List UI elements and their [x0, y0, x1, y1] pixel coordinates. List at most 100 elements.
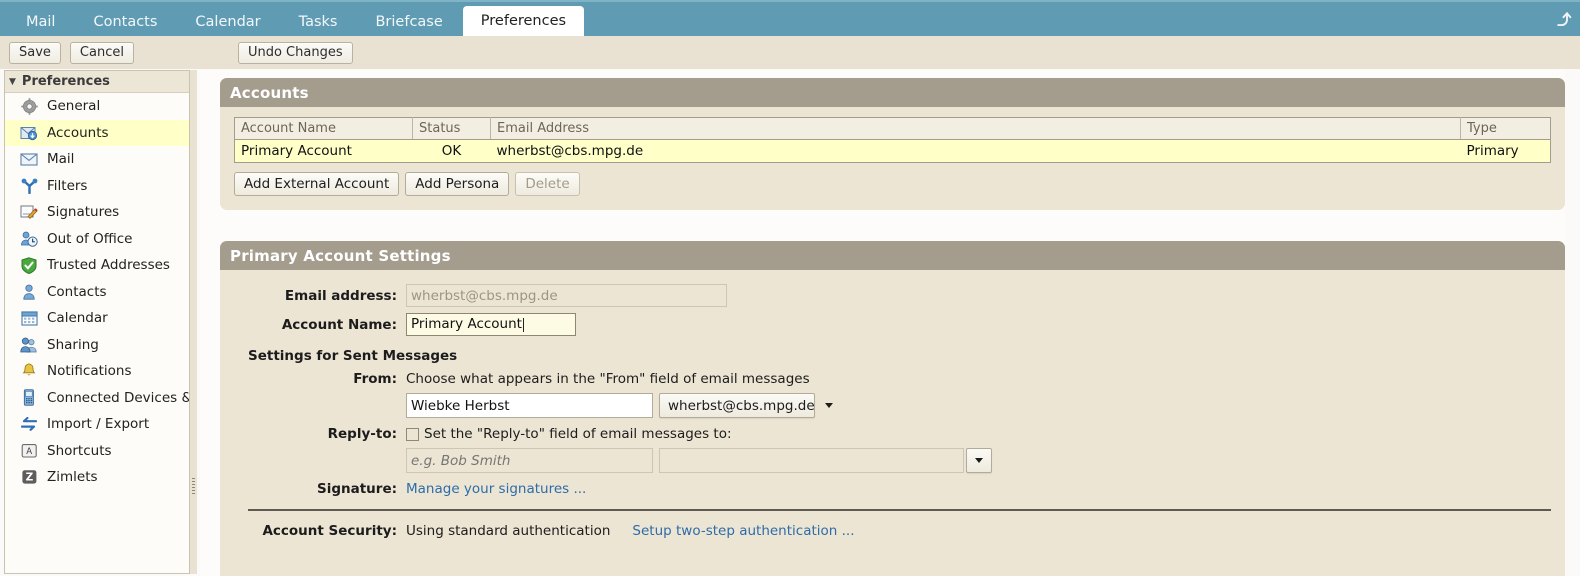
- account-security-label: Account Security:: [262, 523, 397, 539]
- sidebar-item-accounts[interactable]: Accounts: [5, 119, 189, 146]
- splitter-grip-icon[interactable]: [192, 478, 195, 494]
- replyto-address-input: [659, 448, 964, 473]
- from-address-select[interactable]: wherbst@cbs.mpg.de: [659, 393, 833, 418]
- accounts-card-body: Account Name Status Email Address Type P…: [220, 107, 1565, 210]
- column-header-email-address[interactable]: Email Address: [490, 117, 1461, 140]
- sidebar-item-mail[interactable]: Mail: [5, 146, 189, 173]
- from-label: From:: [353, 371, 397, 387]
- preferences-toolbar: Save Cancel Undo Changes: [0, 36, 1580, 69]
- sidebar-item-label: Calendar: [47, 310, 108, 327]
- sidebar-item-signatures[interactable]: Signatures: [5, 199, 189, 226]
- column-header-type[interactable]: Type: [1460, 117, 1551, 140]
- save-button[interactable]: Save: [9, 41, 61, 64]
- tab-calendar[interactable]: Calendar: [177, 8, 278, 36]
- sidebar-item-trusted-addresses[interactable]: Trusted Addresses: [5, 252, 189, 279]
- sidebar-item-calendar[interactable]: Calendar: [5, 305, 189, 332]
- from-display-name-input[interactable]: [406, 393, 653, 418]
- contact-person-icon: [19, 283, 39, 301]
- add-persona-button[interactable]: Add Persona: [405, 172, 510, 196]
- sidebar-item-label: Mail: [47, 151, 75, 168]
- email-address-label: Email address:: [284, 287, 397, 304]
- sent-messages-section-title: Settings for Sent Messages: [248, 348, 458, 364]
- gear-icon: [19, 97, 39, 115]
- sidebar-item-zimlets[interactable]: Z Zimlets: [5, 464, 189, 491]
- refresh-icon[interactable]: [1548, 6, 1572, 30]
- calendar-icon: [19, 309, 39, 327]
- setup-two-step-authentication-link[interactable]: Setup two-step authentication ...: [632, 523, 854, 539]
- primary-account-settings-card: Primary Account Settings Email address: …: [220, 241, 1565, 576]
- manage-signatures-link[interactable]: Manage your signatures ...: [406, 481, 586, 497]
- add-external-account-button[interactable]: Add External Account: [234, 172, 400, 196]
- accounts-icon: [19, 124, 39, 142]
- tab-mail[interactable]: Mail: [8, 8, 73, 36]
- tab-tasks[interactable]: Tasks: [281, 8, 356, 36]
- signature-label: Signature:: [316, 481, 397, 497]
- email-address-field: [406, 284, 727, 307]
- chevron-down-icon: [824, 403, 833, 408]
- tab-preferences[interactable]: Preferences: [462, 6, 585, 36]
- sidebar-item-filters[interactable]: Filters: [5, 173, 189, 200]
- zimlet-z-icon: Z: [19, 468, 39, 486]
- sidebar-header[interactable]: ▼ Preferences: [5, 71, 189, 93]
- svg-text:A: A: [26, 447, 32, 457]
- sidebar-header-label: Preferences: [21, 74, 110, 89]
- accounts-button-row: Add External Account Add Persona Delete: [234, 172, 1551, 196]
- account-name-field[interactable]: Primary Account: [406, 313, 576, 336]
- keyboard-key-icon: A: [19, 442, 39, 460]
- email-address-row: Email address:: [234, 284, 1551, 307]
- collapse-caret-icon[interactable]: ▼: [9, 77, 16, 87]
- replyto-inputs-row: [234, 448, 1551, 473]
- from-inputs-row: wherbst@cbs.mpg.de: [234, 393, 1551, 418]
- replyto-checkbox[interactable]: [406, 427, 419, 441]
- sidebar-item-label: Shortcuts: [47, 442, 112, 459]
- primary-account-settings-title: Primary Account Settings: [220, 241, 1565, 270]
- sidebar-item-label: Accounts: [47, 124, 109, 141]
- table-row[interactable]: Primary Account OK wherbst@cbs.mpg.de Pr…: [234, 139, 1551, 163]
- sidebar-item-import-export[interactable]: Import / Export: [5, 411, 189, 438]
- replyto-label: Reply-to:: [327, 426, 397, 442]
- tab-contacts[interactable]: Contacts: [75, 8, 175, 36]
- undo-changes-button[interactable]: Undo Changes: [237, 41, 353, 64]
- cell-type: Primary: [1460, 139, 1551, 163]
- cell-email-address: wherbst@cbs.mpg.de: [490, 139, 1461, 163]
- sidebar-item-out-of-office[interactable]: Out of Office: [5, 226, 189, 253]
- sidebar-item-contacts[interactable]: Contacts: [5, 279, 189, 306]
- table-header-row: Account Name Status Email Address Type: [234, 117, 1551, 140]
- sidebar-item-label: Sharing: [47, 336, 99, 353]
- shield-check-icon: [19, 256, 39, 274]
- from-address-selected-value: wherbst@cbs.mpg.de: [668, 397, 815, 414]
- account-name-row: Account Name: Primary Account: [234, 313, 1551, 336]
- accounts-card-title: Accounts: [220, 78, 1565, 107]
- column-header-account-name[interactable]: Account Name: [234, 117, 413, 140]
- zimbra-preferences-window: Mail Contacts Calendar Tasks Briefcase P…: [0, 0, 1580, 576]
- sidebar-item-label: Out of Office: [47, 230, 133, 247]
- cancel-button[interactable]: Cancel: [69, 41, 134, 64]
- sidebar-item-label: Import / Export: [47, 416, 150, 433]
- column-header-status[interactable]: Status: [412, 117, 491, 140]
- sidebar-item-label: Notifications: [47, 363, 132, 380]
- sidebar-item-shortcuts[interactable]: A Shortcuts: [5, 438, 189, 465]
- sidebar-item-label: Signatures: [47, 204, 120, 221]
- tab-briefcase[interactable]: Briefcase: [357, 8, 460, 36]
- sidebar-item-notifications[interactable]: Notifications: [5, 358, 189, 385]
- replyto-checkbox-label[interactable]: Set the "Reply-to" field of email messag…: [424, 426, 732, 442]
- cell-status: OK: [412, 139, 491, 163]
- account-name-label: Account Name:: [281, 316, 397, 333]
- sidebar-item-general[interactable]: General: [5, 93, 189, 120]
- sidebar-item-label: Zimlets: [47, 469, 98, 486]
- filter-fork-icon: [19, 177, 39, 195]
- replyto-name-input: [406, 448, 653, 473]
- signature-pencil-icon: [19, 203, 39, 221]
- delete-account-button: Delete: [515, 172, 580, 196]
- main-pane-scrollbar[interactable]: [1565, 70, 1578, 576]
- preferences-sidebar: ▼ Preferences General Accounts Mail Filt…: [4, 70, 190, 574]
- sharing-people-icon: [19, 336, 39, 354]
- chevron-down-icon: [975, 458, 983, 463]
- accounts-table: Account Name Status Email Address Type P…: [234, 117, 1551, 163]
- sidebar-splitter[interactable]: [190, 70, 197, 574]
- sidebar-item-sharing[interactable]: Sharing: [5, 332, 189, 359]
- primary-account-settings-body: Email address: Account Name: Primary Acc…: [220, 270, 1565, 539]
- account-security-value: Using standard authentication: [406, 523, 611, 539]
- bell-icon: [19, 362, 39, 380]
- sidebar-item-connected-devices[interactable]: Connected Devices & Ap: [5, 385, 189, 412]
